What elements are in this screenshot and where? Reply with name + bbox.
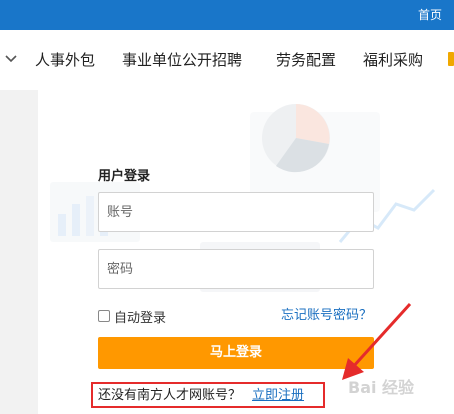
nav-item-hr-outsourcing[interactable]: 人事外包 bbox=[35, 30, 95, 90]
register-prompt: 还没有南方人才网账号？ bbox=[98, 388, 242, 403]
register-link[interactable]: 立即注册 bbox=[252, 385, 304, 407]
account-input[interactable] bbox=[98, 192, 374, 232]
watermark-text: Bai 经验 bbox=[348, 378, 415, 397]
auto-login-checkbox[interactable] bbox=[98, 310, 110, 322]
auto-login-label: 自动登录 bbox=[114, 310, 167, 326]
baidu-jingyan-watermark: Bai 经验 bbox=[348, 378, 415, 397]
nav-item-overflow bbox=[448, 52, 454, 66]
chevron-down-icon[interactable] bbox=[2, 49, 20, 69]
top-bar: 首页 bbox=[0, 0, 454, 30]
nav-item-labor-dispatch[interactable]: 劳务配置 bbox=[276, 30, 336, 90]
home-link[interactable]: 首页 bbox=[418, 0, 442, 30]
nav-item-public-recruitment[interactable]: 事业单位公开招聘 bbox=[122, 30, 242, 90]
password-input[interactable] bbox=[98, 249, 374, 289]
login-title: 用户登录 bbox=[98, 169, 151, 184]
nav-item-welfare-purchase[interactable]: 福利采购 bbox=[363, 30, 423, 90]
auto-login-option[interactable]: 自动登录 bbox=[98, 306, 166, 326]
main-nav: 人事外包 事业单位公开招聘 劳务配置 福利采购 bbox=[0, 30, 454, 90]
